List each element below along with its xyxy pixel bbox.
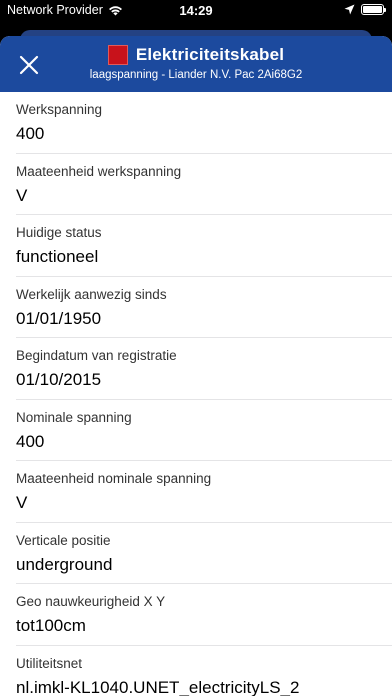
attribute-value: 400 bbox=[16, 124, 45, 143]
attribute-row: Maateenheid nominale spanning V bbox=[16, 461, 392, 523]
attribute-label: Maateenheid nominale spanning bbox=[16, 471, 212, 486]
attribute-label: Verticale positie bbox=[16, 532, 111, 548]
attribute-label: Begindatum van registratie bbox=[16, 348, 177, 363]
attribute-label: Geo nauwkeurigheid X Y bbox=[16, 594, 166, 609]
attribute-row: Geo nauwkeurigheid X Y tot100cm bbox=[16, 584, 392, 646]
attribute-value: V bbox=[16, 493, 28, 512]
battery-icon bbox=[361, 4, 386, 15]
attribute-label: Werkelijk aanwezig sinds bbox=[16, 286, 167, 302]
title-row: Elektriciteitskabel bbox=[0, 45, 392, 65]
attribute-row: Utiliteitsnet nl.imkl-KL1040.UNET_electr… bbox=[16, 646, 392, 696]
attribute-label: Nominale spanning bbox=[16, 409, 132, 425]
attribute-row: Werkelijk aanwezig sinds 01/01/1950 bbox=[16, 277, 392, 338]
status-right bbox=[344, 4, 386, 15]
attribute-value: 01/01/1950 bbox=[16, 308, 102, 328]
clock: 14:29 bbox=[179, 3, 213, 18]
detail-sheet: Elektriciteitskabel laagspanning - Liand… bbox=[0, 36, 392, 696]
attribute-row: Maateenheid werkspanning V bbox=[16, 154, 392, 215]
attribute-label: Werkspanning bbox=[16, 102, 103, 117]
attribute-label: Maateenheid werkspanning bbox=[16, 163, 182, 179]
attribute-label: Huidige status bbox=[16, 225, 102, 240]
location-arrow-icon bbox=[344, 4, 355, 15]
status-bar: Network Provider 14:29 bbox=[0, 0, 392, 22]
attribute-value: 400 bbox=[16, 431, 45, 451]
attribute-label: Utiliteitsnet bbox=[16, 655, 83, 671]
attribute-value: functioneel bbox=[16, 247, 99, 266]
attribute-row: Huidige status functioneel bbox=[16, 215, 392, 277]
attribute-value: 01/10/2015 bbox=[16, 370, 102, 389]
attribute-value: underground bbox=[16, 554, 113, 574]
layer-color-swatch bbox=[107, 45, 128, 65]
attribute-row: Werkspanning 400 bbox=[16, 92, 392, 154]
page-title: Elektriciteitskabel bbox=[135, 45, 285, 64]
attribute-value: tot100cm bbox=[16, 616, 86, 635]
attribute-row: Nominale spanning 400 bbox=[16, 400, 392, 461]
attribute-row: Begindatum van registratie 01/10/2015 bbox=[16, 338, 392, 400]
sheet-header: Elektriciteitskabel laagspanning - Liand… bbox=[0, 36, 392, 92]
attribute-value: V bbox=[16, 185, 28, 205]
attribute-list: Werkspanning 400 Maateenheid werkspannin… bbox=[0, 92, 392, 696]
attribute-row: Verticale positie underground bbox=[16, 523, 392, 584]
attribute-value: nl.imkl-KL1040.UNET_electricityLS_2 bbox=[16, 677, 300, 696]
page-subtitle: laagspanning - Liander N.V. Pac 2Ai68G2 bbox=[89, 69, 303, 81]
